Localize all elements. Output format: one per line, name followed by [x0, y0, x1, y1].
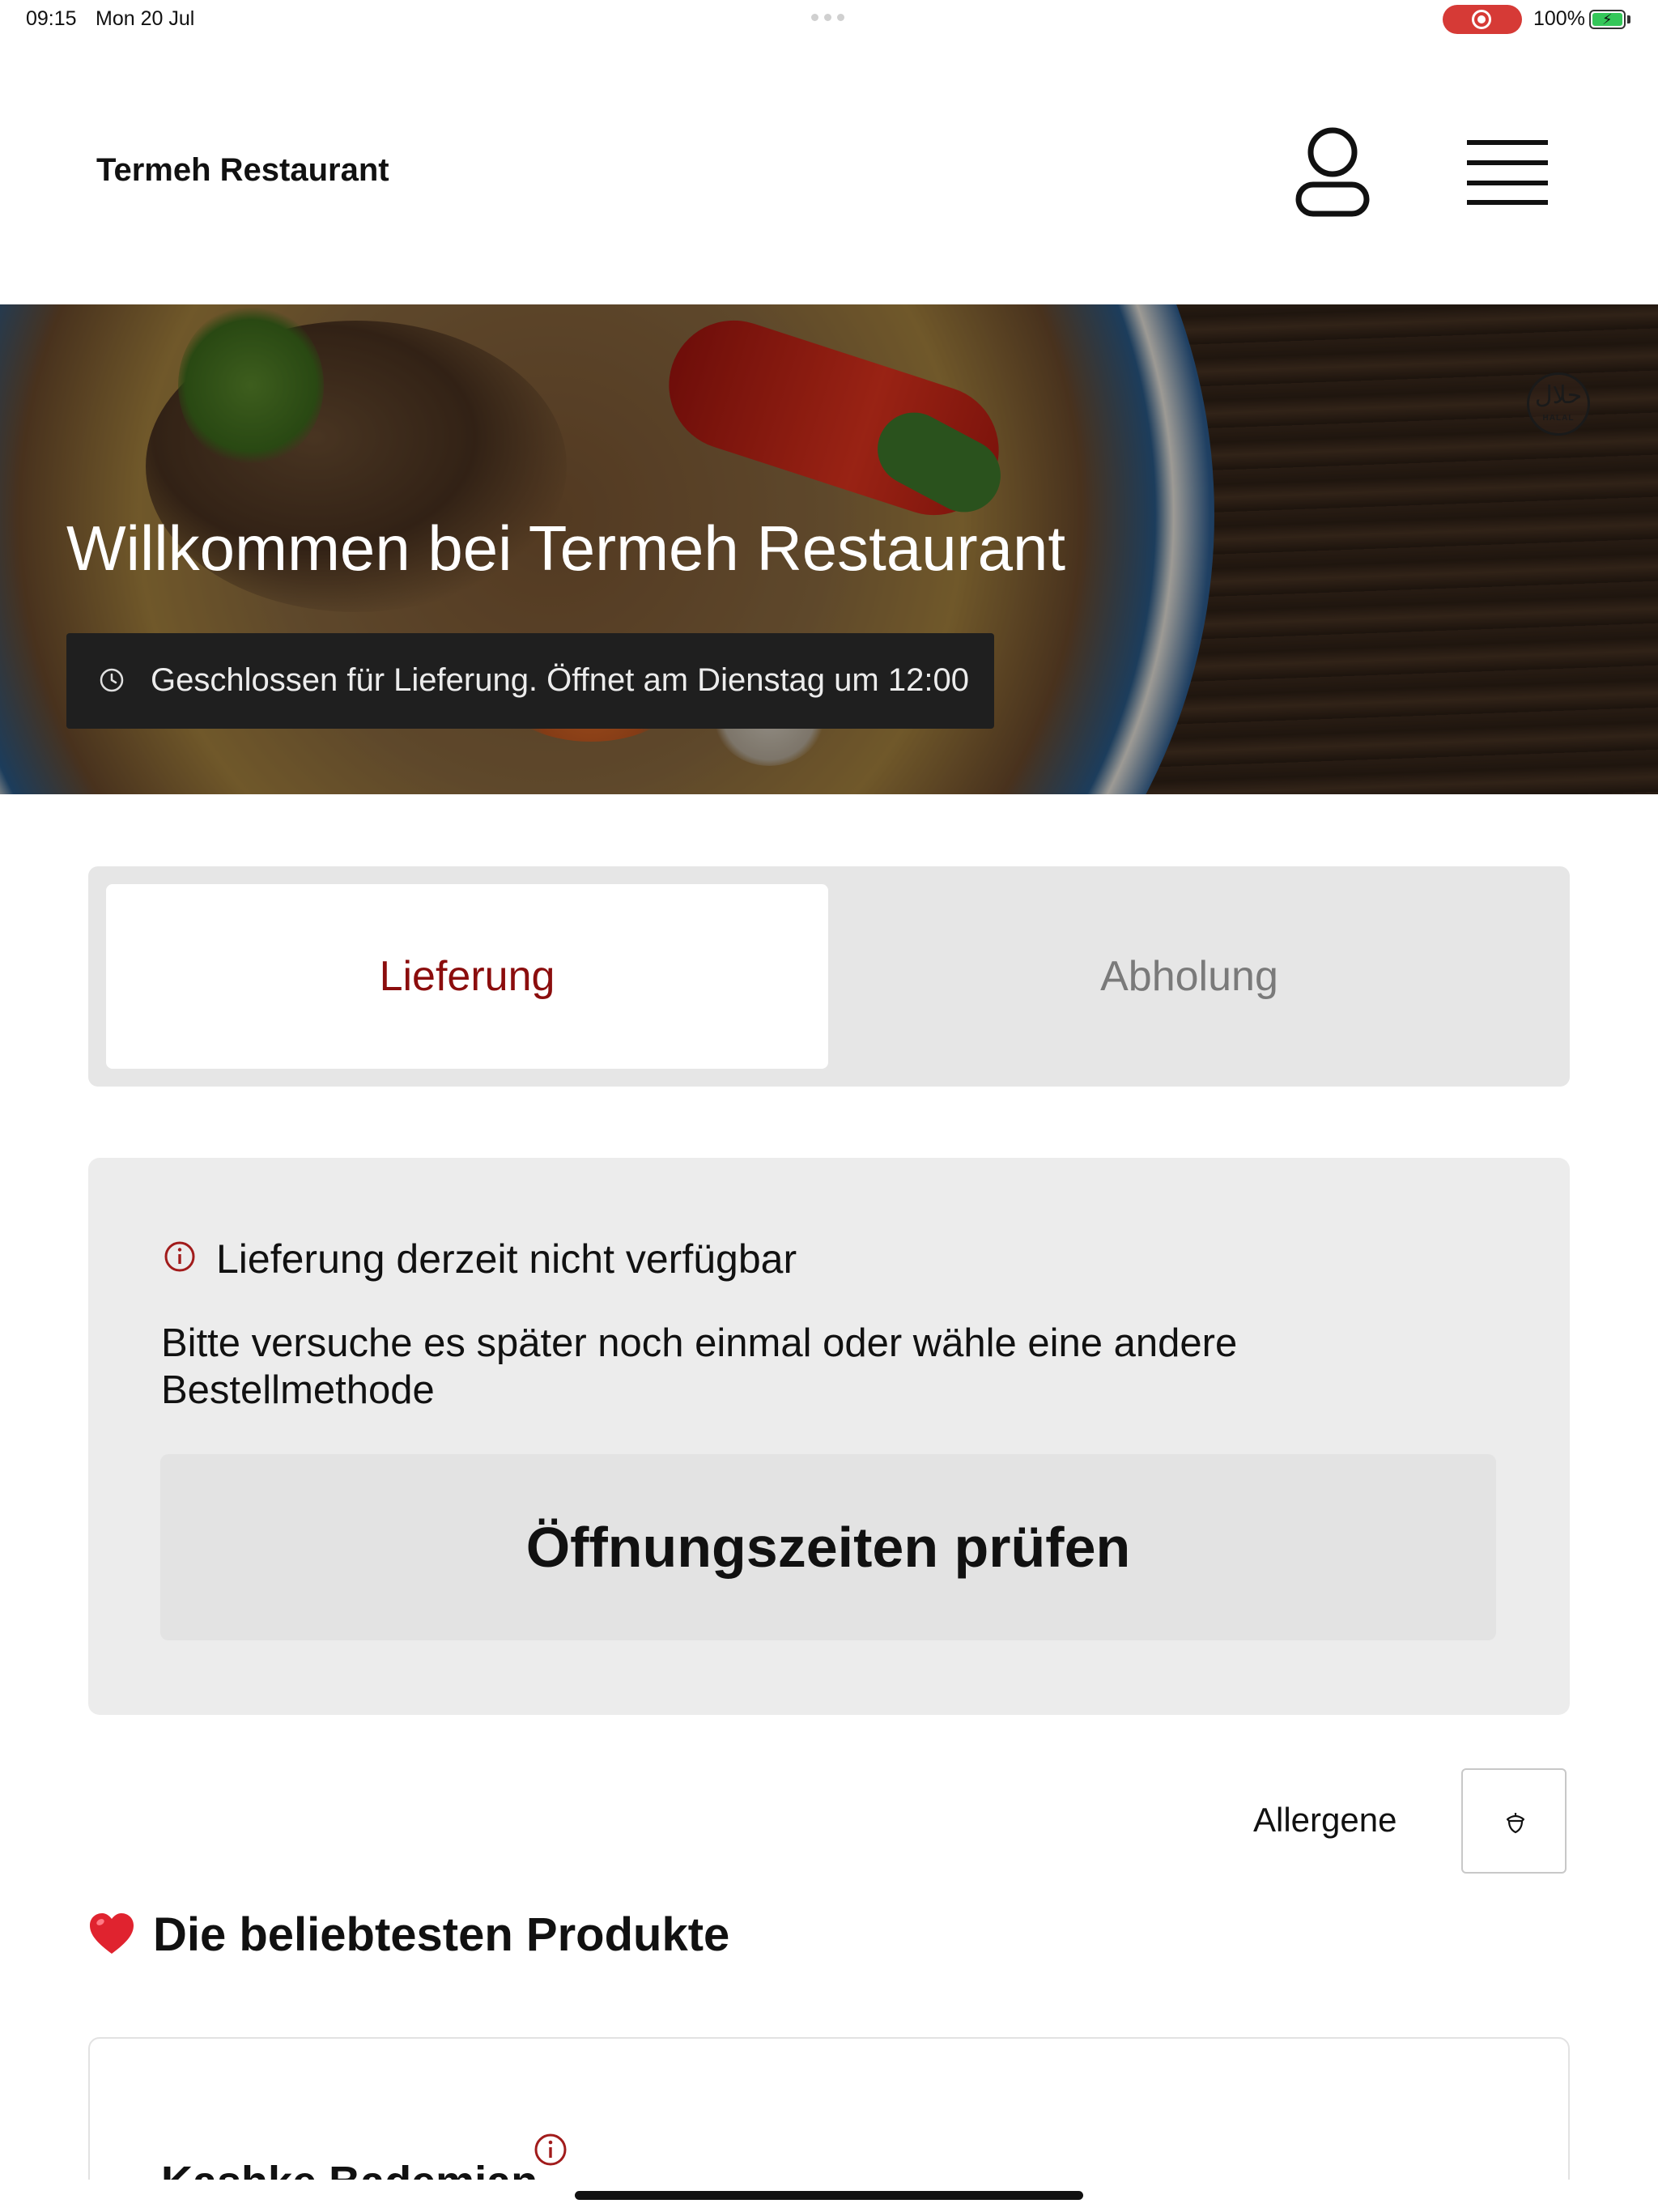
battery-cap: [1627, 15, 1630, 23]
section-title-text: Die beliebtesten Produkte: [153, 1908, 730, 1961]
popular-products-heading: Die beliebtesten Produkte: [88, 1908, 729, 1962]
screen-recording-icon[interactable]: [1443, 5, 1522, 34]
allergen-label: Allergene: [1253, 1801, 1397, 1839]
halal-badge-icon: حلال HALAL: [1527, 372, 1590, 436]
battery-icon: ⚡: [1589, 10, 1626, 29]
tab-delivery[interactable]: Lieferung: [106, 884, 828, 1069]
home-indicator[interactable]: [575, 2191, 1083, 2200]
status-date: Mon 20 Jul: [96, 7, 195, 30]
halal-badge-label: HALAL: [1542, 414, 1575, 423]
acorn-icon: [1506, 1813, 1525, 1834]
info-icon[interactable]: [534, 2133, 568, 2167]
notice-title: Lieferung derzeit nicht verfügbar: [216, 1236, 797, 1282]
tab-pickup[interactable]: Abholung: [828, 884, 1550, 1069]
opening-status-text: Geschlossen für Lieferung. Öffnet am Die…: [151, 662, 969, 698]
heart-icon: [90, 1912, 134, 1954]
allergen-filter-button[interactable]: [1461, 1768, 1567, 1874]
multitasking-dots-icon[interactable]: [811, 14, 844, 21]
status-bar: 09:15 Mon 20 Jul 100% ⚡: [0, 0, 1658, 39]
user-icon[interactable]: [1292, 123, 1373, 220]
check-opening-hours-button[interactable]: Öffnungszeiten prüfen: [160, 1454, 1496, 1640]
battery-percent: 100%: [1533, 7, 1585, 30]
status-time: 09:15: [26, 7, 77, 30]
order-method-tabs: Lieferung Abholung: [88, 866, 1570, 1087]
hamburger-menu-icon[interactable]: [1467, 138, 1548, 207]
delivery-unavailable-notice: Lieferung derzeit nicht verfügbar Bitte …: [88, 1158, 1570, 1715]
site-header: Termeh Restaurant: [0, 39, 1658, 304]
clock-icon: [100, 668, 124, 692]
halal-badge-arabic: حلال: [1534, 381, 1583, 410]
hero-title: Willkommen bei Termeh Restaurant: [66, 513, 1066, 584]
notice-body: Bitte versuche es später noch einmal ode…: [161, 1321, 1238, 1412]
opening-status-banner: Geschlossen für Lieferung. Öffnet am Die…: [66, 633, 994, 729]
info-icon: [164, 1241, 195, 1272]
brand-name[interactable]: Termeh Restaurant: [96, 152, 389, 189]
hero-banner: حلال HALAL Willkommen bei Termeh Restaur…: [0, 304, 1658, 794]
